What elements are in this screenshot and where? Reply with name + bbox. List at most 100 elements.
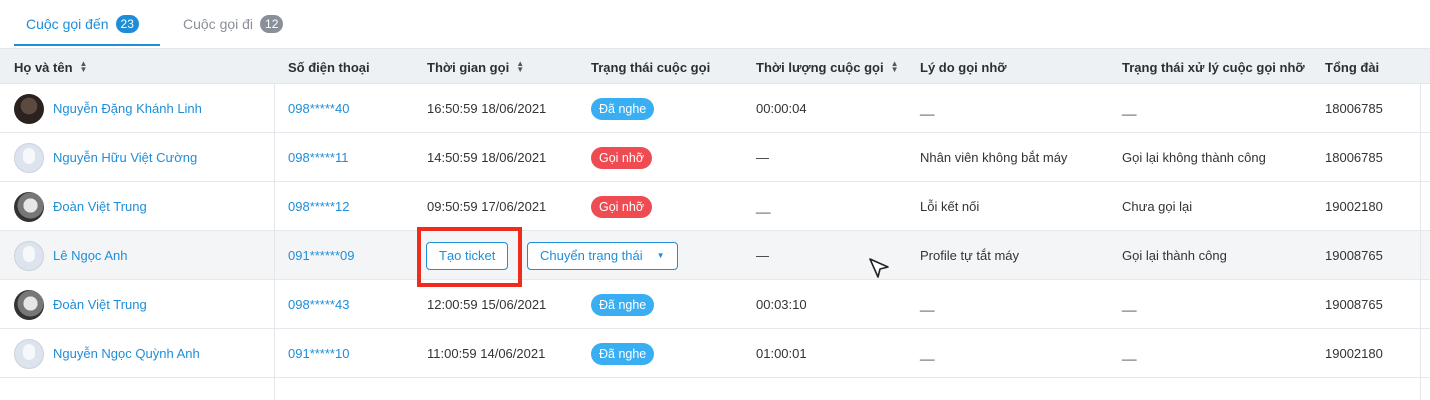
column-header-time[interactable]: Thời gian gọi ▲ ▼	[427, 49, 524, 85]
switchboard-number: 18006785	[1325, 101, 1383, 116]
sort-icon[interactable]: ▲ ▼	[891, 60, 899, 74]
mouse-cursor-icon	[869, 258, 889, 278]
call-time: 09:50:59 17/06/2021	[427, 199, 547, 214]
handle-status: __	[1122, 297, 1137, 312]
missed-reason: __	[920, 346, 935, 361]
status-badge: Đã nghe	[591, 342, 655, 365]
caller-cell: Nguyễn Hữu Việt Cường	[14, 133, 197, 182]
tab-outgoing-calls[interactable]: Cuộc gọi đi 12	[183, 0, 284, 48]
missed-reason: __	[920, 297, 935, 312]
call-time: 11:00:59 14/06/2021	[427, 346, 546, 361]
call-time: 14:50:59 18/06/2021	[427, 150, 547, 165]
status-badge: Đã nghe	[591, 293, 655, 316]
incoming-count-badge: 23	[115, 15, 139, 33]
caller-name-link[interactable]: Đoàn Việt Trung	[53, 297, 147, 312]
table-row[interactable]: Nguyễn Hữu Việt Cường 098*****11 14:50:5…	[0, 133, 1430, 182]
handle-status: __	[1122, 346, 1137, 361]
column-header-phone: Số điện thoại	[288, 49, 370, 85]
column-handle-label: Trạng thái xử lý cuộc gọi nhỡ	[1122, 59, 1305, 75]
avatar	[14, 289, 44, 320]
avatar	[14, 142, 44, 173]
handle-status: __	[1122, 101, 1137, 116]
column-header-switchboard: Tổng đài	[1325, 49, 1379, 85]
sort-icon[interactable]: ▲ ▼	[80, 60, 88, 74]
highlight-annotation	[417, 227, 522, 287]
call-duration: 00:00:04	[756, 101, 807, 116]
caller-cell: Nguyễn Ngọc Quỳnh Anh	[14, 329, 200, 378]
missed-reason: Profile tự tắt máy	[920, 248, 1020, 263]
phone-number[interactable]: 091*****10	[288, 329, 349, 378]
column-header-duration[interactable]: Thời lượng cuộc gọi ▲ ▼	[756, 49, 898, 85]
caller-name-link[interactable]: Đoàn Việt Trung	[53, 199, 147, 214]
caller-cell: Đoàn Việt Trung	[14, 280, 147, 329]
table-row[interactable]: Đoàn Việt Trung 098*****43 12:00:59 15/0…	[0, 280, 1430, 329]
column-header-reason: Lý do gọi nhỡ	[920, 49, 1007, 85]
status-cell: Gọi nhỡ	[591, 182, 653, 231]
call-time: 12:00:59 15/06/2021	[427, 297, 547, 312]
caller-name-link[interactable]: Nguyễn Hữu Việt Cường	[53, 150, 197, 165]
switchboard-number: 19008765	[1325, 297, 1383, 312]
change-status-label: Chuyển trạng thái	[540, 248, 643, 263]
caret-down-icon: ▼	[656, 251, 665, 260]
missed-reason: Nhân viên không bắt máy	[920, 150, 1068, 165]
phone-number[interactable]: 091******09	[288, 231, 355, 280]
status-badge: Đã nghe	[591, 97, 655, 120]
tab-incoming-calls[interactable]: Cuộc gọi đến 23	[26, 0, 139, 48]
column-phone-label: Số điện thoại	[288, 59, 370, 75]
column-reason-label: Lý do gọi nhỡ	[920, 59, 1007, 75]
status-cell: Gọi nhỡ	[591, 133, 653, 182]
avatar	[14, 338, 44, 369]
table-row[interactable]: Đoàn Việt Trung 098*****12 09:50:59 17/0…	[0, 182, 1430, 231]
column-name-label: Họ và tên	[14, 59, 73, 75]
missed-reason: Lỗi kết nối	[920, 199, 980, 214]
avatar	[14, 93, 44, 124]
call-duration: —	[756, 248, 769, 263]
column-header-name[interactable]: Họ và tên ▲ ▼	[14, 49, 87, 85]
column-divider	[274, 84, 275, 400]
change-status-dropdown[interactable]: Chuyển trạng thái ▼	[527, 241, 678, 270]
caller-cell: Lê Ngọc Anh	[14, 231, 127, 280]
outgoing-count-badge: 12	[260, 15, 284, 33]
caller-cell: Đoàn Việt Trung	[14, 182, 147, 231]
column-switchboard-label: Tổng đài	[1325, 59, 1380, 75]
call-tabs: Cuộc gọi đến 23 Cuộc gọi đi 12	[0, 0, 1430, 48]
phone-number[interactable]: 098*****11	[288, 133, 348, 182]
caller-name-link[interactable]: Lê Ngọc Anh	[53, 248, 127, 263]
call-duration: 00:03:10	[756, 297, 807, 312]
sort-icon[interactable]: ▲ ▼	[516, 60, 524, 74]
table-row-hovered[interactable]: Lê Ngọc Anh 091******09 Tạo ticket Chuyể…	[0, 231, 1430, 280]
switchboard-number: 18006785	[1325, 150, 1383, 165]
caller-name-link[interactable]: Nguyễn Ngọc Quỳnh Anh	[53, 346, 200, 361]
switchboard-number: 19002180	[1325, 346, 1383, 361]
change-status-cell: Chuyển trạng thái ▼	[527, 231, 678, 280]
call-duration: 01:00:01	[756, 346, 807, 361]
call-time: 16:50:59 18/06/2021	[427, 101, 547, 116]
status-cell: Đã nghe	[591, 280, 655, 329]
handle-status: Chưa gọi lại	[1122, 199, 1193, 214]
handle-status: Gọi lại thành công	[1122, 248, 1227, 263]
table-right-border	[1420, 84, 1421, 400]
handle-status: Gọi lại không thành công	[1122, 150, 1266, 165]
tab-outgoing-label: Cuộc gọi đi	[183, 16, 254, 32]
active-tab-indicator	[14, 44, 160, 46]
call-duration: —	[756, 150, 769, 165]
table-row[interactable]: Nguyễn Đặng Khánh Linh 098*****40 16:50:…	[0, 84, 1430, 133]
avatar	[14, 191, 44, 222]
caller-name-link[interactable]: Nguyễn Đặng Khánh Linh	[53, 101, 202, 116]
status-badge: Gọi nhỡ	[591, 146, 653, 169]
switchboard-number: 19008765	[1325, 248, 1383, 263]
avatar	[14, 240, 44, 271]
caller-cell: Nguyễn Đặng Khánh Linh	[14, 84, 202, 133]
status-cell: Đã nghe	[591, 84, 655, 133]
table-header: Họ và tên ▲ ▼ Số điện thoại Thời gian gọi…	[0, 48, 1430, 84]
switchboard-number: 19002180	[1325, 199, 1383, 214]
phone-number[interactable]: 098*****12	[288, 182, 349, 231]
column-status-label: Trạng thái cuộc gọi	[591, 59, 711, 75]
phone-number[interactable]: 098*****43	[288, 280, 349, 329]
phone-number[interactable]: 098*****40	[288, 84, 349, 133]
column-header-handle-status: Trạng thái xử lý cuộc gọi nhỡ	[1122, 49, 1305, 85]
table-row[interactable]: Nguyễn Ngọc Quỳnh Anh 091*****10 11:00:5…	[0, 329, 1430, 378]
status-badge: Gọi nhỡ	[591, 195, 653, 218]
column-header-status: Trạng thái cuộc gọi	[591, 49, 710, 85]
column-duration-label: Thời lượng cuộc gọi	[756, 59, 884, 75]
